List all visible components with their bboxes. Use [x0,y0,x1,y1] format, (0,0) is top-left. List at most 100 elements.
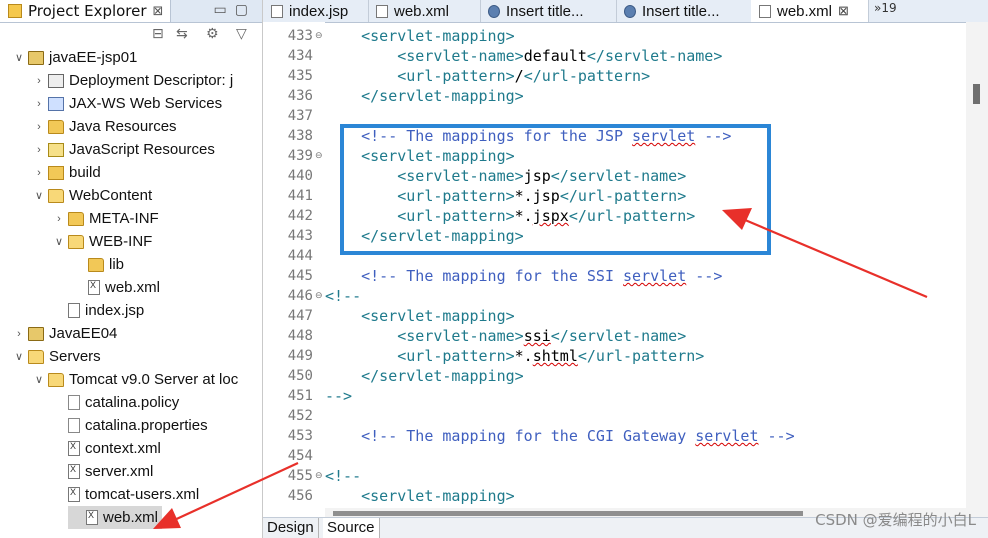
chevron-right-icon[interactable]: › [32,167,46,179]
tree-item[interactable]: › JavaScript Resources [0,138,215,161]
xml-file-icon [86,510,98,525]
chevron-down-icon[interactable]: ∨ [32,189,46,202]
chevron-right-icon[interactable]: › [32,121,46,133]
tree-item-label: web.xml [103,509,159,526]
watermark: CSDN @爱编程的小白L [815,511,976,529]
project-explorer-tab[interactable]: Project Explorer ⊠ [0,0,171,22]
line-number: 435 [287,68,313,84]
tree-item-label: catalina.policy [85,394,180,411]
editor-tab[interactable]: web.xml ⊠ [751,0,869,22]
tree-item[interactable]: web.xml [0,276,160,299]
code-line: <servlet-name>ssi</servlet-name> [397,327,687,345]
editor-tab-label: web.xml [394,2,450,20]
editor-tab[interactable]: Insert title... [480,0,617,22]
editor-area: »19 index.jsp web.xml Insert title... Inser… [263,0,988,538]
xml-file-icon [88,280,100,295]
fold-toggle-icon[interactable]: ⊖ [315,286,325,306]
editor-tab[interactable]: web.xml [368,0,481,22]
folder-open-icon [68,234,84,249]
tree-item[interactable]: ∨ javaEE-jsp01 [0,46,137,69]
view-menu-chevron-down-icon[interactable]: ▽ [236,26,247,42]
tree-item-label: JavaScript Resources [69,141,215,158]
chevron-right-icon[interactable]: › [32,144,46,156]
line-number: 433 [287,28,313,44]
fold-toggle-icon[interactable]: ⊖ [315,466,325,486]
tree-item[interactable]: tomcat-users.xml [0,483,199,506]
editor-tab-label: Insert title... [642,2,720,20]
tree-item[interactable]: index.jsp [0,299,144,322]
tree-item[interactable]: server.xml [0,460,153,483]
line-number: 453 [287,428,313,444]
line-number: 442 [287,208,313,224]
tree-item-label: Servers [49,348,101,365]
horizontal-scroll-thumb[interactable] [333,511,803,516]
chevron-right-icon[interactable]: › [32,75,46,87]
line-number: 454 [287,448,313,464]
chevron-down-icon[interactable]: ∨ [32,373,46,386]
chevron-down-icon[interactable]: ∨ [12,350,26,363]
folder-open-icon [48,188,64,203]
code-text-area[interactable]: <servlet-mapping> <servlet-name>default<… [325,22,966,518]
project-icon [28,50,44,65]
tree-item[interactable]: › JavaEE04 [0,322,117,345]
bottom-tab-design[interactable]: Design [263,518,319,538]
line-number: 437 [287,108,313,124]
tree-item[interactable]: › META-INF [0,207,159,230]
collapse-all-icon[interactable]: ⊟ [152,26,164,42]
tree-item[interactable]: › build [0,161,101,184]
close-icon[interactable]: ⊠ [838,3,849,19]
chevron-down-icon[interactable]: ∨ [12,51,26,64]
chevron-down-icon[interactable]: ∨ [52,235,66,248]
deployment-descriptor-icon [48,73,64,88]
line-number: 439 [287,148,313,164]
project-explorer-panel: Project Explorer ⊠ ▭▢ ⊟ ⇆ ⚙ ▽ ∨ javaEE-js… [0,0,263,538]
bottom-tab-source[interactable]: Source [323,518,380,538]
editor-tab-label: index.jsp [289,2,349,20]
minimize-maximize-icons[interactable]: ▭▢ [214,2,256,18]
code-line: <servlet-mapping> [361,487,515,505]
highlight-box [340,124,771,255]
tree-item-label: tomcat-users.xml [85,486,200,503]
tree-item[interactable]: › JAX-WS Web Services [0,92,222,115]
jsp-file-icon [68,303,80,318]
xml-file-icon [68,487,80,502]
tree-item[interactable]: ∨ WEB-INF [0,230,152,253]
fold-toggle-icon[interactable]: ⊖ [315,26,325,46]
editor-tab-label: web.xml [777,2,833,20]
tree-item-label: JAX-WS Web Services [69,95,223,112]
fold-toggle-icon[interactable]: ⊖ [315,146,325,166]
tree-item[interactable]: context.xml [0,437,161,460]
tree-item-label: javaEE-jsp01 [49,49,138,66]
code-line: <servlet-mapping> [361,27,515,45]
tree-item[interactable]: catalina.policy [0,391,179,414]
tree-item-label: WEB-INF [89,233,153,250]
tree-item[interactable]: web.xml [68,506,163,529]
tree-item[interactable]: › Deployment Descriptor: j [0,69,233,92]
tree-item[interactable]: › Java Resources [0,115,176,138]
tree-item-label: JavaEE04 [49,325,118,342]
tree-item[interactable]: catalina.properties [0,414,208,437]
folder-open-icon [28,349,44,364]
filters-icon[interactable]: ⚙ [206,26,219,42]
tree-item[interactable]: ∨ WebContent [0,184,152,207]
line-number: 452 [287,408,313,424]
tree-item[interactable]: ∨ Tomcat v9.0 Server at loc [0,368,238,391]
tree-item[interactable]: lib [0,253,124,276]
line-number: 456 [287,488,313,504]
vertical-scroll-thumb[interactable] [973,84,980,104]
xml-file-icon [68,464,80,479]
more-tabs-indicator[interactable]: »19 [874,1,897,15]
tree-item[interactable]: ∨ Servers [0,345,101,368]
link-with-editor-icon[interactable]: ⇆ [176,26,188,42]
vertical-scrollbar[interactable] [966,22,988,518]
close-icon[interactable]: ⊠ [153,4,164,19]
editor-tab[interactable]: Insert title... [616,0,752,22]
editor-tab-bar: »19 index.jsp web.xml Insert title... Inser… [263,0,988,23]
line-number: 445 [287,268,313,284]
tree-item-label: web.xml [105,279,161,296]
tree-item-label: catalina.properties [85,417,208,434]
chevron-right-icon[interactable]: › [12,328,26,340]
editor-tab[interactable]: index.jsp [263,0,369,22]
chevron-right-icon[interactable]: › [52,213,66,225]
chevron-right-icon[interactable]: › [32,98,46,110]
